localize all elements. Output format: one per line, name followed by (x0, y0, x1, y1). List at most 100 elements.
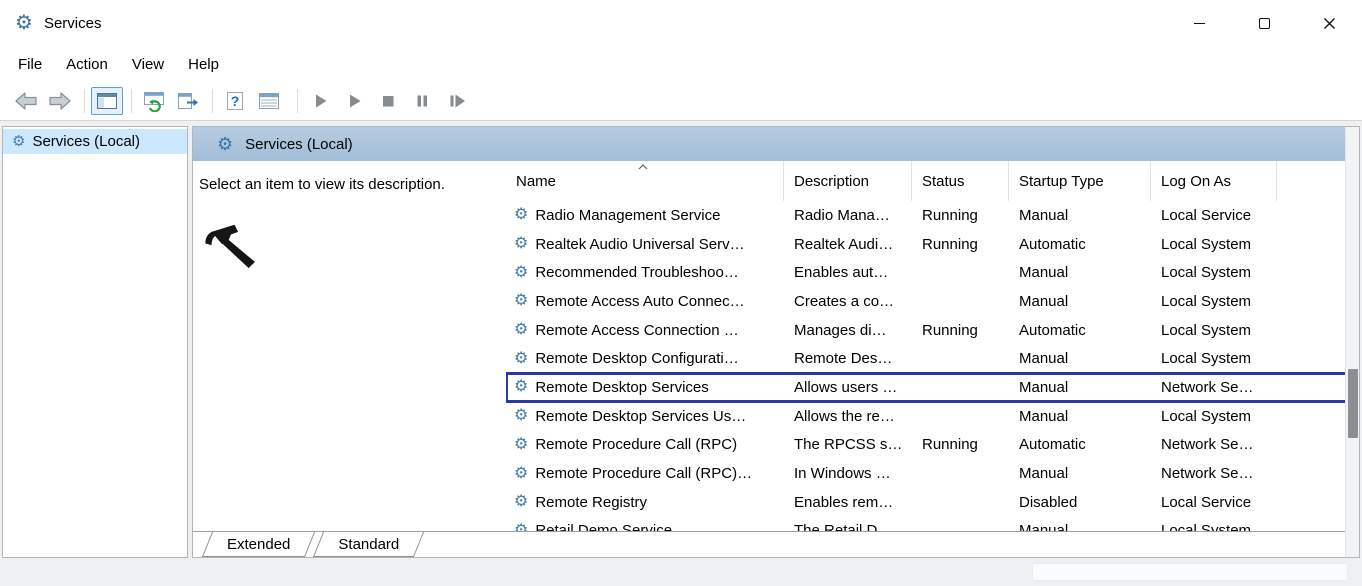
properties-button[interactable] (253, 87, 285, 115)
service-log-on-as: Network Se… (1151, 436, 1277, 453)
service-name: ⚙Remote Desktop Services Us… (506, 408, 784, 425)
maximize-button[interactable] (1232, 0, 1297, 46)
service-log-on-as: Local Service (1151, 207, 1277, 224)
show-console-tree-button[interactable] (91, 87, 123, 115)
table-row[interactable]: ⚙Remote Desktop Configurati…Remote Des… M… (506, 344, 1347, 373)
column-header-startup-type[interactable]: Startup Type (1009, 161, 1151, 201)
menu-item-action[interactable]: Action (54, 50, 120, 79)
service-log-on-as: Local System (1151, 350, 1277, 367)
service-name: ⚙Remote Access Auto Connec… (506, 293, 784, 310)
vertical-scrollbar[interactable] (1345, 127, 1359, 557)
service-name: ⚙Remote Desktop Configurati… (506, 350, 784, 367)
gear-icon: ⚙ (514, 437, 528, 453)
resume-service-button[interactable] (338, 87, 370, 115)
hammer-icon (204, 223, 258, 269)
service-description: Realtek Audi… (784, 236, 912, 253)
maximize-icon (1259, 18, 1270, 29)
toolbar-separator (131, 89, 132, 113)
sort-ascending-icon (638, 164, 648, 170)
gear-icon: ⚙ (514, 236, 528, 252)
tree-item-services-local[interactable]: ⚙ Services (Local) (3, 129, 187, 154)
menubar: File Action View Help (0, 46, 1362, 82)
toolbar-separator (212, 89, 213, 113)
tree-item-label: Services (Local) (32, 133, 140, 150)
service-rows: ⚙Radio Management ServiceRadio Mana… Runn… (506, 201, 1347, 533)
menu-item-view[interactable]: View (120, 50, 176, 79)
table-row[interactable]: ⚙Remote Procedure Call (RPC)…In Windows … (506, 459, 1347, 488)
stop-service-button[interactable] (372, 87, 404, 115)
menu-item-file[interactable]: File (6, 50, 54, 79)
column-header-status[interactable]: Status (912, 161, 1009, 201)
menu-item-help[interactable]: Help (176, 50, 231, 79)
export-list-button[interactable] (172, 87, 204, 115)
pause-service-button[interactable] (406, 87, 438, 115)
description-pane: Select an item to view its description. (193, 161, 506, 533)
table-row-highlighted[interactable]: ⚙Remote Desktop ServicesAllows users …Ma… (506, 373, 1347, 402)
service-description: In Windows … (784, 465, 912, 482)
start-service-button[interactable] (304, 87, 336, 115)
tab-standard[interactable]: Standard (318, 532, 419, 557)
column-header-name[interactable]: Name (506, 161, 784, 201)
column-header-description[interactable]: Description (784, 161, 912, 201)
workspace: ⚙ Services (Local) ⚙ Services (Local) Se… (0, 121, 1362, 586)
table-row[interactable]: ⚙Remote Access Auto Connec…Creates a co…… (506, 287, 1347, 316)
gear-icon: ⚙ (514, 293, 528, 309)
gear-icon: ⚙ (514, 466, 528, 482)
gear-icon: ⚙ (217, 135, 233, 153)
service-status: Running (912, 436, 1009, 453)
service-startup-type: Manual (1009, 465, 1151, 482)
service-startup-type: Manual (1009, 408, 1151, 425)
service-description: Enables rem… (784, 494, 912, 511)
tab-extended[interactable]: Extended (207, 532, 310, 557)
service-log-on-as: Network Se… (1151, 465, 1277, 482)
properties-icon (257, 90, 281, 112)
service-name: ⚙Radio Management Service (506, 207, 784, 224)
service-name: ⚙Remote Desktop Services (506, 379, 784, 396)
restart-service-button[interactable] (440, 87, 472, 115)
service-startup-type: Disabled (1009, 494, 1151, 511)
forward-icon (47, 89, 73, 113)
toolbar: ? (0, 82, 1362, 121)
svg-text:?: ? (231, 93, 240, 109)
service-name: ⚙Remote Access Connection … (506, 322, 784, 339)
close-icon (1323, 17, 1336, 30)
refresh-icon (142, 90, 166, 112)
table-row[interactable]: ⚙Radio Management ServiceRadio Mana…Runn… (506, 201, 1347, 230)
scrollbar-thumb[interactable] (1348, 369, 1358, 438)
results-banner: ⚙ Services (Local) (193, 127, 1359, 161)
window-controls (1167, 0, 1362, 46)
minimize-button[interactable] (1167, 0, 1232, 46)
gear-icon: ⚙ (514, 379, 528, 395)
horizontal-scrollbar[interactable] (1032, 563, 1348, 581)
service-startup-type: Manual (1009, 264, 1151, 281)
table-row[interactable]: ⚙Remote RegistryEnables rem…DisabledLoca… (506, 488, 1347, 517)
service-description: Remote Des… (784, 350, 912, 367)
forward-button[interactable] (44, 87, 76, 115)
back-button[interactable] (10, 87, 42, 115)
table-row[interactable]: ⚙Remote Desktop Services Us…Allows the r… (506, 402, 1347, 431)
service-name: ⚙Remote Procedure Call (RPC)… (506, 465, 784, 482)
window-title: Services (44, 15, 102, 32)
gear-icon: ⚙ (514, 207, 528, 223)
table-row[interactable]: ⚙Recommended Troubleshoo…Enables aut…Man… (506, 258, 1347, 287)
close-button[interactable] (1297, 0, 1362, 46)
gear-icon: ⚙ (514, 265, 528, 281)
gear-icon: ⚙ (514, 351, 528, 367)
toolbar-separator (297, 89, 298, 113)
service-log-on-as: Local System (1151, 322, 1277, 339)
refresh-button[interactable] (138, 87, 170, 115)
table-row[interactable]: ⚙Realtek Audio Universal Serv…Realtek Au… (506, 230, 1347, 259)
service-description: Radio Mana… (784, 207, 912, 224)
back-icon (13, 89, 39, 113)
show-console-tree-icon (95, 90, 119, 112)
column-header-log-on-as[interactable]: Log On As (1151, 161, 1277, 201)
service-startup-type: Manual (1009, 350, 1151, 367)
table-header: Name Description Status Startup Type Log… (506, 161, 1347, 201)
table-row[interactable]: ⚙Remote Access Connection …Manages di…Ru… (506, 316, 1347, 345)
pause-icon (410, 89, 434, 113)
help-button[interactable]: ? (219, 87, 251, 115)
service-log-on-as: Local System (1151, 236, 1277, 253)
service-name: ⚙Remote Registry (506, 494, 784, 511)
table-row[interactable]: ⚙Remote Procedure Call (RPC)The RPCSS s…… (506, 431, 1347, 460)
export-list-icon (176, 90, 200, 112)
